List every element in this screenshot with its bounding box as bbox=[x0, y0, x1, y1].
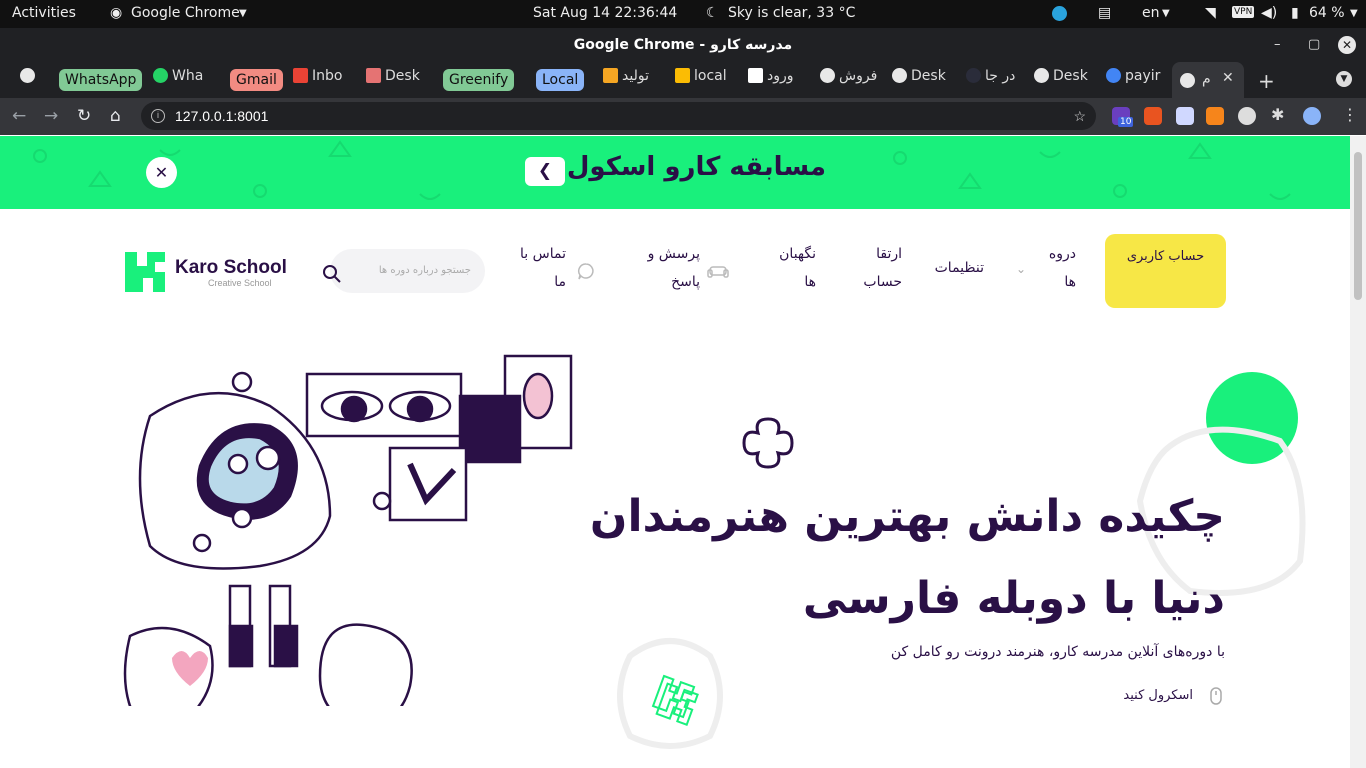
url-text: 127.0.0.1:8001 bbox=[175, 108, 269, 124]
volume-icon[interactable]: ◀) bbox=[1261, 5, 1277, 21]
telegram-icon[interactable] bbox=[1052, 6, 1067, 25]
minimize-icon[interactable]: – bbox=[1274, 28, 1281, 62]
hero-headline: چکیده دانش بهترین هنرمندان دنیا با دوبله… bbox=[525, 476, 1225, 640]
extension-icon-2[interactable] bbox=[1144, 107, 1162, 125]
app-menu[interactable]: Google Chrome bbox=[131, 5, 240, 21]
tab-group-local[interactable]: Local bbox=[536, 69, 585, 91]
back-icon[interactable]: ← bbox=[12, 106, 26, 126]
app-menu-caret-icon[interactable]: ▼ bbox=[239, 8, 247, 19]
metamask-icon[interactable] bbox=[1206, 107, 1224, 125]
page-scrollbar[interactable] bbox=[1350, 136, 1366, 768]
clipboard-icon[interactable]: ▤ bbox=[1098, 5, 1111, 21]
tab-desk-2[interactable]: Desk bbox=[892, 68, 952, 94]
tab-group-greenify[interactable]: Greenify bbox=[443, 69, 515, 91]
activities-button[interactable]: Activities bbox=[12, 5, 76, 21]
tab-payir[interactable]: payir bbox=[1106, 68, 1166, 94]
wifi-icon[interactable]: ◥ bbox=[1205, 5, 1216, 21]
reload-icon[interactable]: ↻ bbox=[77, 106, 91, 126]
tab-vorood[interactable]: ورود bbox=[748, 68, 808, 94]
tab-active-karo[interactable]: م ✕ bbox=[1172, 62, 1244, 98]
bookmark-star-icon[interactable]: ☆ bbox=[1073, 102, 1086, 130]
battery-icon[interactable]: ▮ bbox=[1291, 5, 1299, 21]
browser-menu-icon[interactable]: ⋮ bbox=[1342, 105, 1358, 124]
tab-desk-1[interactable]: Desk bbox=[366, 68, 426, 94]
os-top-bar: Activities ◉ Google Chrome ▼ Sat Aug 14 … bbox=[0, 0, 1366, 28]
language-indicator[interactable]: en bbox=[1142, 5, 1160, 21]
maximize-icon[interactable]: ▢ bbox=[1308, 28, 1320, 62]
mouse-scroll-icon bbox=[1210, 687, 1222, 711]
chrome-app-icon: ◉ bbox=[110, 5, 123, 21]
globe-icon bbox=[1180, 73, 1195, 88]
weather-icon: ☾ bbox=[706, 5, 719, 21]
close-window-icon[interactable]: ✕ bbox=[1338, 36, 1356, 54]
tab-group-gmail[interactable]: Gmail bbox=[230, 69, 283, 91]
home-icon[interactable]: ⌂ bbox=[110, 106, 121, 126]
webpage: مسابقه کارو اسکول ❮ ✕ حساب کاربری دروه ه… bbox=[0, 136, 1350, 768]
new-tab-icon[interactable]: + bbox=[1258, 69, 1275, 93]
site-info-icon[interactable]: i bbox=[151, 109, 165, 123]
chrome-tab-search-icon[interactable] bbox=[20, 68, 40, 94]
extensions-puzzle-icon[interactable]: ✱ bbox=[1271, 105, 1284, 124]
active-tab-title: م bbox=[1202, 71, 1211, 87]
tab-dar-ja[interactable]: در جا bbox=[966, 68, 1026, 94]
hero-subtitle: با دوره‌های آنلاین مدرسه کارو، هنرمند در… bbox=[890, 644, 1225, 660]
profile-avatar[interactable] bbox=[1303, 107, 1321, 125]
address-bar[interactable]: i 127.0.0.1:8001 ☆ bbox=[141, 102, 1096, 130]
tab-search-icon[interactable]: ▼ bbox=[1336, 71, 1352, 87]
tab-forosh[interactable]: فروش bbox=[820, 68, 880, 94]
tab-group-whatsapp[interactable]: WhatsApp bbox=[59, 69, 143, 91]
tab-tolid[interactable]: تولید bbox=[603, 68, 663, 94]
extension-icon-5[interactable] bbox=[1238, 107, 1256, 125]
window-title: مدرسه کارو - Google Chrome bbox=[573, 37, 793, 53]
weather-text[interactable]: Sky is clear, 33 °C bbox=[728, 5, 855, 21]
tab-strip: WhatsApp Wha Gmail Inbo Desk Greenify Lo… bbox=[0, 62, 1366, 98]
hero-headline-line-1: چکیده دانش بهترین هنرمندان bbox=[589, 491, 1225, 542]
tab-gmail-inbox[interactable]: Inbo bbox=[293, 68, 353, 94]
browser-toolbar: ← → ↻ ⌂ i 127.0.0.1:8001 ☆ 10 ✱ ⋮ bbox=[0, 98, 1366, 135]
tab-desk-3[interactable]: Desk bbox=[1034, 68, 1094, 94]
forward-icon[interactable]: → bbox=[44, 106, 58, 126]
system-menu-caret-icon[interactable]: ▼ bbox=[1350, 8, 1358, 19]
tab-whatsapp[interactable]: Wha bbox=[153, 68, 213, 94]
tab-local[interactable]: local bbox=[675, 68, 735, 94]
extension-icon-3[interactable] bbox=[1176, 107, 1194, 125]
clock[interactable]: Sat Aug 14 22:36:44 bbox=[533, 5, 677, 21]
scrollbar-thumb[interactable] bbox=[1354, 152, 1362, 300]
hero-headline-line-2: دنیا با دوبله فارسی bbox=[802, 573, 1225, 624]
language-caret-icon[interactable]: ▼ bbox=[1162, 8, 1170, 19]
scroll-hint[interactable]: اسکرول کنید bbox=[1123, 688, 1193, 703]
vpn-icon[interactable]: VPN bbox=[1232, 6, 1255, 18]
window-titlebar: مدرسه کارو - Google Chrome – ▢ ✕ bbox=[0, 28, 1366, 62]
hero-illustration bbox=[123, 354, 573, 706]
extension-badge: 10 bbox=[1118, 117, 1134, 127]
battery-level[interactable]: 64 % bbox=[1309, 5, 1345, 21]
close-tab-icon[interactable]: ✕ bbox=[1222, 70, 1234, 86]
